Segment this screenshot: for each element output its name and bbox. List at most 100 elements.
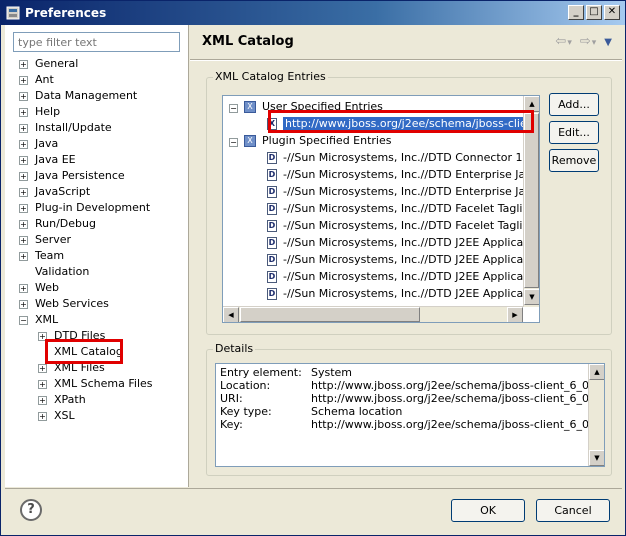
scroll-down-icon[interactable]: ▼: [589, 450, 604, 466]
preference-tree-pane: + General + Ant + Data Management + Help + Instal…: [5, 25, 189, 487]
detail-value: http://www.jboss.org/j2ee/schema/jboss-c…: [311, 392, 605, 405]
dtd-file-icon: D: [267, 288, 277, 300]
edit-button-label: Edit...: [558, 126, 590, 139]
window-title: Preferences: [25, 6, 107, 20]
detail-value: Schema location: [311, 405, 403, 418]
expand-icon[interactable]: +: [38, 396, 47, 405]
plugin-entry-row[interactable]: D -//Sun Microsystems, Inc.//DTD Facelet …: [267, 200, 539, 217]
plugin-entry-label: -//Sun Microsystems, Inc.//DTD J2EE Appl…: [283, 236, 540, 249]
detail-value: System: [311, 366, 353, 379]
dtd-file-icon: D: [267, 186, 277, 198]
scroll-left-icon[interactable]: ◀: [223, 307, 239, 322]
forward-menu-chevron-icon[interactable]: ▾: [592, 38, 597, 48]
scroll-right-icon[interactable]: ▶: [507, 307, 523, 322]
plugin-entry-label: -//Sun Microsystems, Inc.//DTD Connector…: [283, 151, 540, 164]
detail-key: Key:: [220, 418, 243, 431]
expand-icon[interactable]: +: [19, 76, 28, 85]
forward-arrow-icon[interactable]: ⇨: [580, 34, 591, 49]
expand-icon[interactable]: +: [38, 412, 47, 421]
remove-button[interactable]: Remove: [549, 149, 599, 172]
tree-item-label: Server: [35, 233, 72, 246]
tree-item-label: Install/Update: [35, 121, 112, 134]
remove-button-label: Remove: [551, 154, 597, 167]
expand-icon[interactable]: +: [19, 252, 28, 261]
expand-icon[interactable]: +: [19, 60, 28, 69]
back-menu-chevron-icon[interactable]: ▾: [567, 38, 572, 48]
edit-button[interactable]: Edit...: [549, 121, 599, 144]
collapse-icon[interactable]: −: [229, 104, 238, 113]
xml-catalog-folder-icon: X: [244, 101, 256, 113]
maximize-button[interactable]: □: [586, 5, 602, 20]
horizontal-scroll-thumb[interactable]: [240, 307, 420, 322]
expand-icon[interactable]: +: [19, 92, 28, 101]
preferences-window: Preferences _ □ ✕ + General + Ant + Data Mana…: [0, 0, 626, 536]
plugin-entry-label: -//Sun Microsystems, Inc.//DTD J2EE Appl…: [283, 253, 540, 266]
tree-item-label: XML: [35, 313, 59, 326]
expand-icon[interactable]: +: [19, 300, 28, 309]
expand-icon[interactable]: +: [19, 236, 28, 245]
expand-icon[interactable]: +: [19, 284, 28, 293]
collapse-icon[interactable]: −: [229, 138, 238, 147]
expand-icon[interactable]: +: [19, 188, 28, 197]
detail-key: Key type:: [220, 405, 272, 418]
tree-item-label: JavaScript: [35, 185, 91, 198]
plugin-entry-row[interactable]: D -//Sun Microsystems, Inc.//DTD Enterpri…: [267, 183, 539, 200]
tree-item-label: XSL: [54, 409, 75, 422]
tree-item-label: XML Schema Files: [54, 377, 153, 390]
expand-icon[interactable]: +: [19, 140, 28, 149]
cancel-button[interactable]: Cancel: [536, 499, 610, 522]
filter-input[interactable]: [13, 32, 180, 52]
scroll-up-icon[interactable]: ▲: [589, 364, 604, 380]
tree-item-label: Team: [35, 249, 65, 262]
tree-item-label: Data Management: [35, 89, 138, 102]
plugin-entry-row[interactable]: D -//Sun Microsystems, Inc.//DTD J2EE App…: [267, 285, 540, 302]
plugin-entry-label: -//Sun Microsystems, Inc.//DTD Enterpris…: [283, 185, 539, 198]
details-vertical-scrollbar[interactable]: ▲ ▼: [588, 364, 604, 466]
plugin-entry-label: -//Sun Microsystems, Inc.//DTD J2EE Appl…: [283, 270, 540, 283]
plugin-entry-label: -//Sun Microsystems, Inc.//DTD Enterpris…: [283, 168, 539, 181]
expand-icon[interactable]: +: [38, 364, 47, 373]
scroll-down-icon[interactable]: ▼: [524, 289, 539, 305]
header-separator: [190, 59, 622, 61]
expand-icon[interactable]: +: [19, 220, 28, 229]
xml-catalog-highlight: [45, 339, 123, 364]
plugin-entry-label: -//Sun Microsystems, Inc.//DTD Facelet T…: [283, 219, 539, 232]
expand-icon[interactable]: +: [19, 108, 28, 117]
title-bar[interactable]: Preferences _ □ ✕: [1, 1, 625, 25]
expand-icon[interactable]: +: [19, 172, 28, 181]
plugin-entries-node[interactable]: − X Plugin Specified Entries: [229, 132, 392, 149]
close-button[interactable]: ✕: [604, 5, 620, 20]
plugin-entry-row[interactable]: D -//Sun Microsystems, Inc.//DTD J2EE App…: [267, 234, 540, 251]
ok-button-label: OK: [480, 504, 496, 517]
view-menu-icon[interactable]: ▼: [604, 37, 612, 48]
plugin-entry-row[interactable]: D -//Sun Microsystems, Inc.//DTD Facelet …: [267, 217, 539, 234]
xml-catalog-folder-icon: X: [244, 135, 256, 147]
tree-item-label: XPath: [54, 393, 86, 406]
collapse-icon[interactable]: −: [19, 316, 28, 325]
help-icon[interactable]: ?: [20, 499, 42, 521]
plugin-entry-row[interactable]: D -//Sun Microsystems, Inc.//DTD J2EE App…: [267, 251, 540, 268]
catalog-horizontal-scrollbar[interactable]: ◀ ▶: [223, 306, 523, 322]
page-nav: ⇦▾ ⇨▾ ▼: [547, 34, 612, 49]
back-arrow-icon[interactable]: ⇦: [555, 34, 566, 49]
dtd-file-icon: D: [267, 220, 277, 232]
ok-button[interactable]: OK: [451, 499, 525, 522]
plugin-entry-row[interactable]: D -//Sun Microsystems, Inc.//DTD J2EE App…: [267, 268, 540, 285]
dtd-file-icon: D: [267, 169, 277, 181]
dtd-file-icon: D: [267, 271, 277, 283]
detail-key: Entry element:: [220, 366, 302, 379]
add-button[interactable]: Add...: [549, 93, 599, 116]
expand-icon[interactable]: +: [19, 204, 28, 213]
details-text-area[interactable]: Entry element: System Location: http://www.…: [215, 363, 605, 467]
dialog-footer: ? OK Cancel: [5, 488, 622, 532]
expand-icon[interactable]: +: [38, 380, 47, 389]
plugin-entry-row[interactable]: D -//Sun Microsystems, Inc.//DTD Enterpri…: [267, 166, 539, 183]
vertical-scroll-thumb[interactable]: [524, 113, 539, 288]
expand-icon[interactable]: +: [19, 124, 28, 133]
plugin-entry-row[interactable]: D -//Sun Microsystems, Inc.//DTD Connecto…: [267, 149, 540, 166]
expand-icon[interactable]: +: [19, 156, 28, 165]
tree-item-label: Java Persistence: [35, 169, 125, 182]
plugin-entry-label: -//Sun Microsystems, Inc.//DTD J2EE Appl…: [283, 287, 540, 300]
cancel-button-label: Cancel: [554, 504, 592, 517]
minimize-button[interactable]: _: [568, 5, 584, 20]
